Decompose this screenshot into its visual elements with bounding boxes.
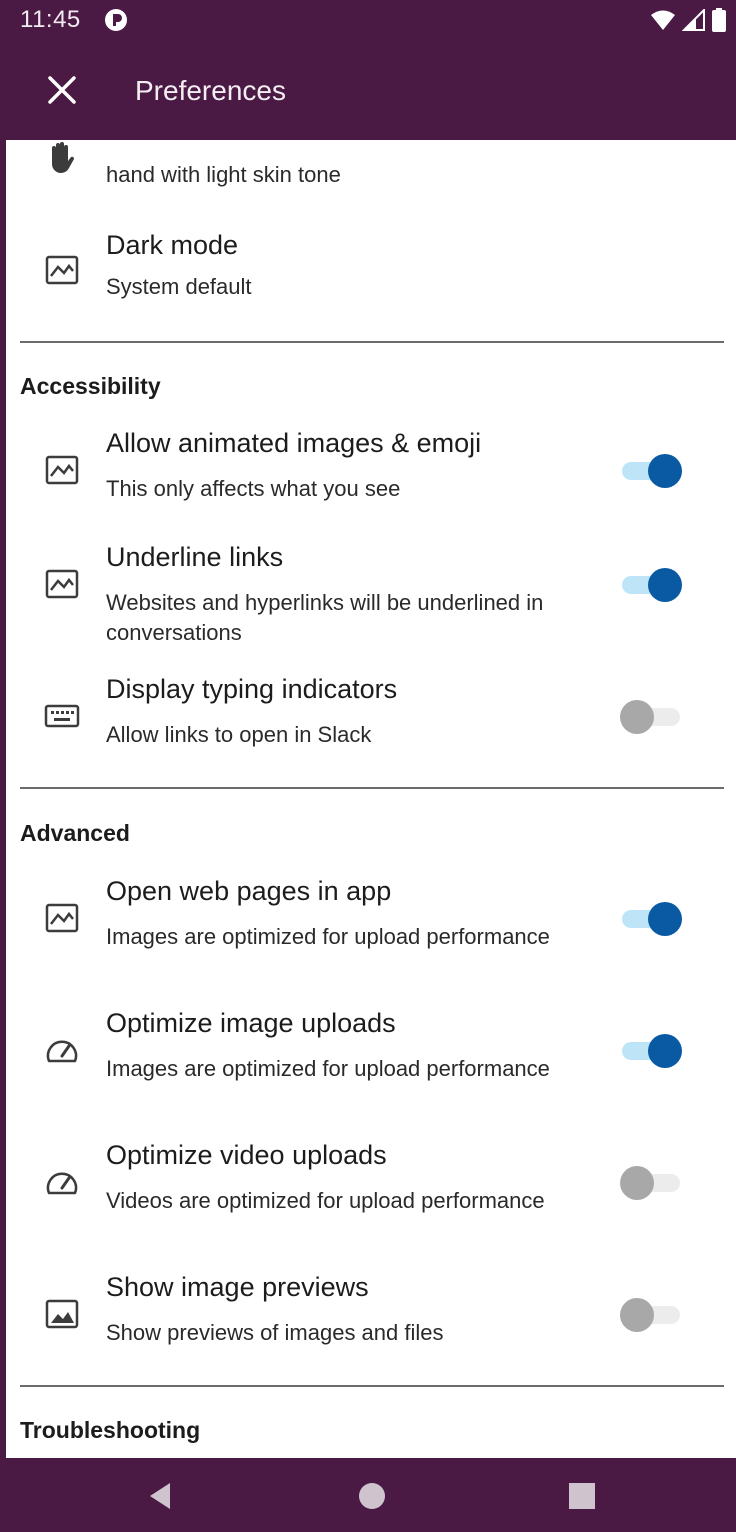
advanced-heading: Advanced	[20, 820, 130, 846]
speedometer-icon	[46, 1040, 78, 1063]
typing-indicators-title: Display typing indicators	[106, 674, 398, 704]
status-bar: 11:45	[6, 0, 736, 40]
allow-animated-row[interactable]: Allow animated images & emoji This only …	[6, 428, 736, 512]
dark-mode-value: System default	[106, 274, 252, 299]
typing-indicators-subtitle: Allow links to open in Slack	[106, 722, 372, 747]
battery-icon	[712, 8, 726, 32]
home-icon[interactable]	[354, 1478, 390, 1514]
back-icon[interactable]	[142, 1478, 178, 1514]
typing-indicators-row[interactable]: Display typing indicators Allow links to…	[6, 674, 736, 758]
skin-tone-value: hand with light skin tone	[106, 162, 341, 187]
open-web-pages-title: Open web pages in app	[106, 876, 392, 906]
keyboard-icon	[44, 704, 80, 728]
image-placeholder-icon	[45, 455, 79, 485]
image-placeholder-icon	[45, 569, 79, 599]
system-nav-bar	[0, 1458, 736, 1532]
preferences-list[interactable]: hand with light skin tone Dark mode Syst…	[6, 140, 736, 1458]
open-web-pages-row[interactable]: Open web pages in app Images are optimiz…	[6, 876, 736, 986]
optimize-image-uploads-toggle[interactable]	[620, 1031, 682, 1069]
section-divider	[20, 341, 724, 343]
optimize-image-uploads-subtitle: Images are optimized for upload performa…	[106, 1056, 550, 1081]
troubleshooting-heading: Troubleshooting	[20, 1417, 201, 1443]
show-image-previews-toggle[interactable]	[620, 1295, 682, 1333]
image-placeholder-icon	[45, 903, 79, 933]
optimize-image-uploads-row[interactable]: Optimize image uploads Images are optimi…	[6, 1008, 736, 1118]
section-divider	[20, 1385, 724, 1387]
app-bar: Preferences	[6, 40, 736, 140]
optimize-video-uploads-toggle[interactable]	[620, 1163, 682, 1201]
underline-links-toggle[interactable]	[620, 565, 682, 603]
allow-animated-subtitle: This only affects what you see	[106, 476, 401, 501]
wifi-icon	[651, 10, 675, 30]
show-image-previews-row[interactable]: Show image previews Show previews of ima…	[6, 1272, 736, 1356]
underline-links-subtitle: Websites and hyperlinks will be underlin…	[106, 590, 544, 645]
typing-indicators-toggle[interactable]	[620, 697, 682, 735]
image-icon	[45, 1299, 79, 1329]
allow-animated-title: Allow animated images & emoji	[106, 428, 482, 458]
allow-animated-toggle[interactable]	[620, 451, 682, 489]
optimize-video-uploads-title: Optimize video uploads	[106, 1140, 387, 1170]
optimize-video-uploads-subtitle: Videos are optimized for upload performa…	[106, 1188, 545, 1213]
accessibility-heading: Accessibility	[20, 373, 161, 399]
section-divider	[20, 787, 724, 789]
emoji-skin-tone-row[interactable]: hand with light skin tone	[6, 140, 736, 192]
close-icon[interactable]	[42, 70, 82, 110]
dark-mode-title: Dark mode	[106, 230, 239, 260]
underline-links-title: Underline links	[106, 542, 284, 572]
status-time: 11:45	[20, 6, 81, 33]
dark-mode-row[interactable]: Dark mode System default	[6, 228, 736, 308]
raised-hand-icon	[52, 142, 75, 173]
optimize-image-uploads-title: Optimize image uploads	[106, 1008, 396, 1038]
open-web-pages-toggle[interactable]	[620, 899, 682, 937]
app-notification-icon	[105, 9, 127, 31]
cell-signal-icon	[682, 9, 705, 31]
image-placeholder-icon	[45, 255, 79, 285]
status-icons	[650, 8, 726, 32]
underline-links-row[interactable]: Underline links Websites and hyperlinks …	[6, 542, 736, 652]
page-title: Preferences	[135, 75, 286, 106]
show-image-previews-title: Show image previews	[106, 1272, 369, 1302]
optimize-video-uploads-row[interactable]: Optimize video uploads Videos are optimi…	[6, 1140, 736, 1250]
open-web-pages-subtitle: Images are optimized for upload performa…	[106, 924, 550, 949]
recents-icon[interactable]	[564, 1478, 600, 1514]
screen: 11:45 Preferences hand with light skin t…	[6, 0, 736, 1532]
speedometer-icon	[46, 1172, 78, 1195]
show-image-previews-subtitle: Show previews of images and files	[106, 1320, 444, 1345]
